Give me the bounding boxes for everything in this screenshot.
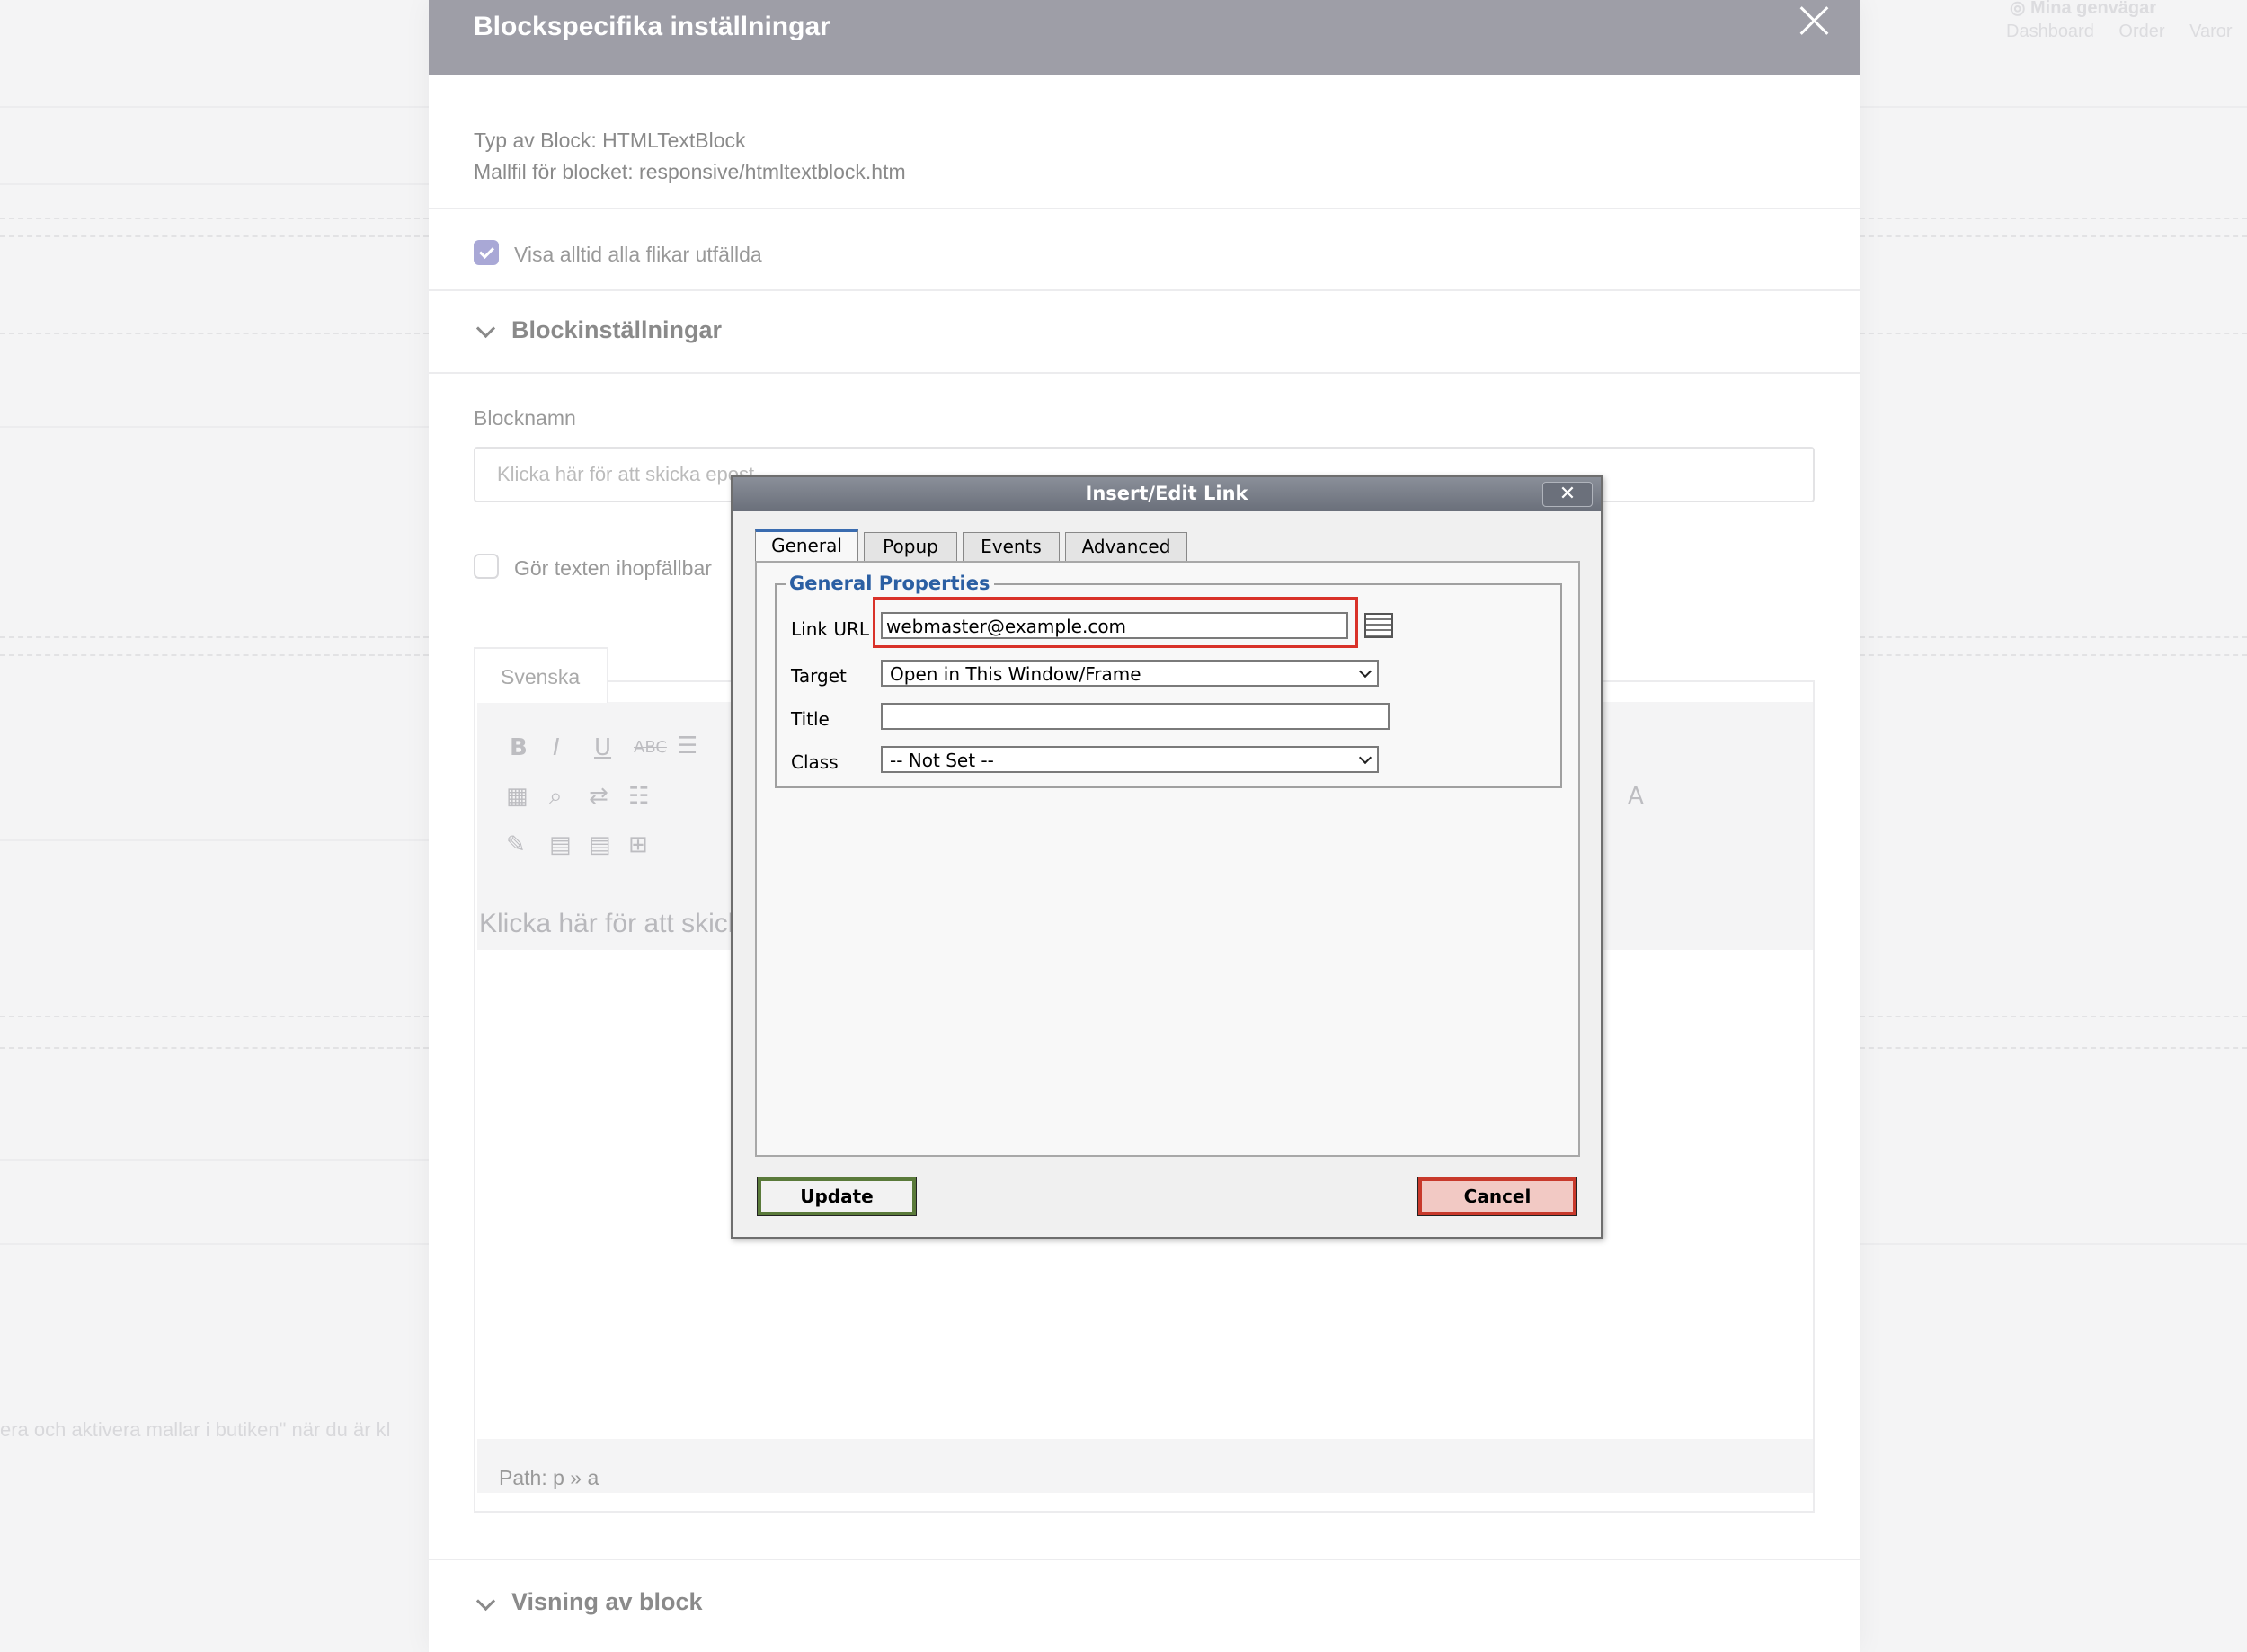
link-url-label: Link URL xyxy=(791,618,869,640)
target-select[interactable]: Open in This Window/Frame xyxy=(881,660,1379,687)
background-divider xyxy=(0,636,429,638)
background-divider xyxy=(0,1016,429,1017)
background-divider xyxy=(1860,218,2247,219)
underline-icon[interactable]: U xyxy=(594,734,611,761)
dialog-title: Insert/Edit Link xyxy=(1085,483,1248,504)
close-icon[interactable]: ✕ xyxy=(1542,482,1593,507)
bold-icon[interactable]: B xyxy=(510,734,528,761)
divider xyxy=(429,289,1860,291)
background-divider xyxy=(1860,106,2247,108)
format-icon[interactable]: A xyxy=(1628,783,1644,810)
background-divider xyxy=(0,218,429,219)
background-divider xyxy=(1860,1243,2247,1245)
close-icon[interactable] xyxy=(1795,0,1834,40)
dialog-titlebar[interactable]: Insert/Edit Link ✕ xyxy=(733,477,1601,511)
modal-title: Blockspecifika inställningar xyxy=(474,12,830,41)
align-left-icon[interactable]: ☰ xyxy=(677,733,697,759)
find-icon[interactable]: ⌕ xyxy=(549,783,563,811)
chevron-down-icon xyxy=(1358,664,1372,679)
tab-advanced[interactable]: Advanced xyxy=(1065,532,1187,562)
edit-icon[interactable]: ✎ xyxy=(506,831,526,858)
shortcuts-label: ◎ Mina genvägar xyxy=(2010,0,2157,18)
show-all-tabs-label: Visa alltid alla flikar utfällda xyxy=(514,243,762,266)
chevron-down-icon[interactable] xyxy=(475,1591,496,1612)
section-block-display[interactable]: Visning av block xyxy=(511,1588,703,1616)
tab-language-svenska[interactable]: Svenska xyxy=(474,647,608,703)
background-nav-links: Dashboard Order Varor K xyxy=(2006,22,2247,42)
collapsible-checkbox[interactable] xyxy=(474,554,499,579)
browse-icon[interactable] xyxy=(1364,613,1393,638)
table-row-icon[interactable]: ▤ xyxy=(589,831,611,858)
background-divider xyxy=(1860,333,2247,334)
modal-header: Blockspecifika inställningar xyxy=(429,0,1860,75)
editor-path: Path: p » a xyxy=(477,1439,1813,1493)
italic-icon[interactable]: I xyxy=(553,734,560,761)
background-divider xyxy=(1860,636,2247,638)
strikethrough-icon[interactable]: ABC xyxy=(634,738,667,757)
replace-icon[interactable]: ⇄ xyxy=(589,783,608,810)
update-button[interactable]: Update xyxy=(757,1177,917,1216)
background-divider xyxy=(0,333,429,334)
nav-link-dashboard[interactable]: Dashboard xyxy=(2006,22,2094,41)
divider xyxy=(429,208,1860,209)
background-divider xyxy=(0,106,429,108)
tab-popup[interactable]: Popup xyxy=(864,532,957,562)
bullet-list-icon[interactable]: ☷ xyxy=(628,783,649,810)
nav-link-order[interactable]: Order xyxy=(2118,22,2164,41)
background-divider xyxy=(1860,235,2247,237)
general-properties-fieldset: General Properties Link URL webmaster@ex… xyxy=(775,573,1562,788)
background-divider xyxy=(0,839,429,841)
background-divider xyxy=(1860,1016,2247,1017)
tab-general[interactable]: General xyxy=(755,529,858,563)
table-insert-icon[interactable]: ⊞ xyxy=(628,831,648,858)
chevron-down-icon[interactable] xyxy=(475,318,496,339)
background-divider xyxy=(0,426,429,428)
nav-link-varor[interactable]: Varor xyxy=(2189,22,2232,41)
background-divider xyxy=(1860,1047,2247,1049)
background-divider xyxy=(0,1243,429,1245)
class-select[interactable]: -- Not Set -- xyxy=(881,746,1379,773)
table-icon[interactable]: ▤ xyxy=(549,831,572,858)
link-url-input[interactable]: webmaster@example.com xyxy=(881,612,1348,639)
template-file-info: Mallfil för blocket: responsive/htmltext… xyxy=(474,160,906,183)
background-top-nav: ◎ Mina genvägar Dashboard Order Varor K xyxy=(1995,0,2247,54)
target-label: Target xyxy=(791,665,847,687)
divider xyxy=(429,372,1860,374)
chevron-down-icon xyxy=(1358,751,1372,765)
section-block-settings[interactable]: Blockinställningar xyxy=(511,316,722,344)
divider xyxy=(429,1559,1860,1560)
class-selected-value: -- Not Set -- xyxy=(890,750,994,771)
class-label: Class xyxy=(791,751,839,773)
paste-icon[interactable]: ▦ xyxy=(506,783,528,810)
target-selected-value: Open in This Window/Frame xyxy=(890,663,1141,685)
background-divider xyxy=(0,183,429,185)
background-divider xyxy=(0,654,429,656)
general-panel: General Properties Link URL webmaster@ex… xyxy=(755,561,1580,1157)
block-type-info: Typ av Block: HTMLTextBlock xyxy=(474,129,746,152)
title-label: Title xyxy=(791,708,830,730)
show-all-tabs-checkbox[interactable] xyxy=(474,240,499,265)
cancel-button[interactable]: Cancel xyxy=(1417,1177,1577,1216)
background-divider xyxy=(0,1047,429,1049)
tab-events[interactable]: Events xyxy=(963,532,1060,562)
general-properties-legend: General Properties xyxy=(786,573,994,594)
title-input[interactable] xyxy=(881,703,1390,730)
background-divider xyxy=(1860,654,2247,656)
background-divider xyxy=(0,1159,429,1161)
insert-edit-link-dialog: Insert/Edit Link ✕ General Popup Events … xyxy=(731,475,1603,1239)
background-divider xyxy=(0,235,429,237)
background-text-fragment: era och aktivera mallar i butiken" när d… xyxy=(0,1418,391,1441)
collapsible-label: Gör texten ihopfällbar xyxy=(514,556,712,580)
block-name-label: Blocknamn xyxy=(474,406,576,430)
